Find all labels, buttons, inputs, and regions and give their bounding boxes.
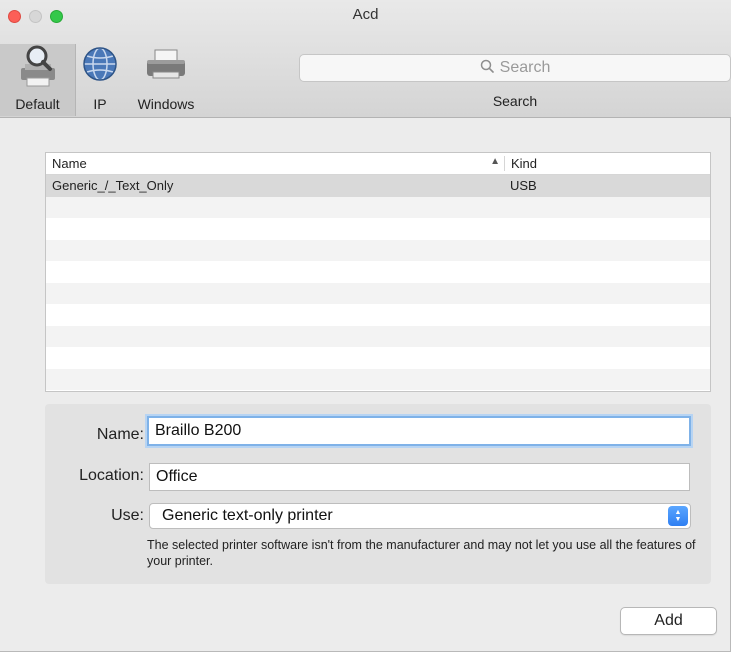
toolbar-windows-label: Windows — [137, 96, 195, 112]
table-row-empty — [46, 368, 710, 390]
use-field-label: Use: — [111, 507, 144, 524]
windows-printer-icon — [141, 44, 191, 88]
table-row-empty — [46, 218, 710, 240]
toolbar-windows-button[interactable]: Windows — [124, 44, 208, 116]
use-select-value: Generic text-only printer — [162, 507, 333, 524]
toolbar-ip-button[interactable]: IP — [76, 44, 124, 116]
toolbar-default-label: Default — [15, 96, 60, 112]
search-label: Search — [492, 93, 538, 109]
toolbar-ip-label: IP — [93, 96, 107, 112]
printer-name-cell: Generic_/_Text_Only — [52, 178, 174, 194]
table-row-empty — [46, 196, 710, 218]
driver-warning-note: The selected printer software isn't from… — [147, 538, 696, 568]
search-placeholder: Search — [499, 59, 551, 76]
select-stepper-icon: ▲ ▼ — [668, 506, 688, 526]
window-title: Acd — [352, 6, 379, 23]
title-bar: Acd Default IP Windows Search Search — [0, 0, 731, 118]
add-printer-window: Acd Default IP Windows Search Search Nam… — [0, 0, 731, 652]
table-row-empty — [46, 261, 710, 283]
toolbar-default-button[interactable]: Default — [0, 44, 76, 116]
use-select[interactable]: Generic text-only printer ▲ ▼ — [149, 503, 691, 529]
table-row-empty — [46, 304, 710, 326]
printer-search-icon — [13, 44, 63, 88]
search-icon — [480, 59, 494, 78]
location-field[interactable]: Office — [149, 463, 690, 491]
globe-icon — [80, 44, 120, 88]
column-header-kind[interactable]: Kind — [504, 156, 710, 171]
table-row-empty — [46, 239, 710, 261]
sort-ascending-icon: ▲ — [490, 156, 500, 167]
table-row-empty — [46, 325, 710, 347]
column-header-name[interactable]: Name ▲ — [46, 156, 504, 171]
table-row-empty — [46, 347, 710, 369]
table-header: Name ▲ Kind — [46, 153, 710, 175]
printer-list-table[interactable]: Name ▲ Kind Generic_/_Text_Only USB — [45, 152, 711, 392]
table-row-empty — [46, 282, 710, 304]
name-field-label: Name: — [96, 426, 144, 443]
add-button[interactable]: Add — [620, 607, 717, 635]
name-field[interactable]: Braillo B200 — [147, 416, 691, 446]
printer-kind-cell: USB — [510, 178, 537, 194]
table-row[interactable]: Generic_/_Text_Only USB — [46, 175, 710, 197]
column-name-label: Name — [52, 156, 87, 171]
table-rows: Generic_/_Text_Only USB — [46, 175, 710, 390]
location-field-label: Location: — [79, 467, 144, 484]
search-input[interactable]: Search — [299, 54, 731, 82]
